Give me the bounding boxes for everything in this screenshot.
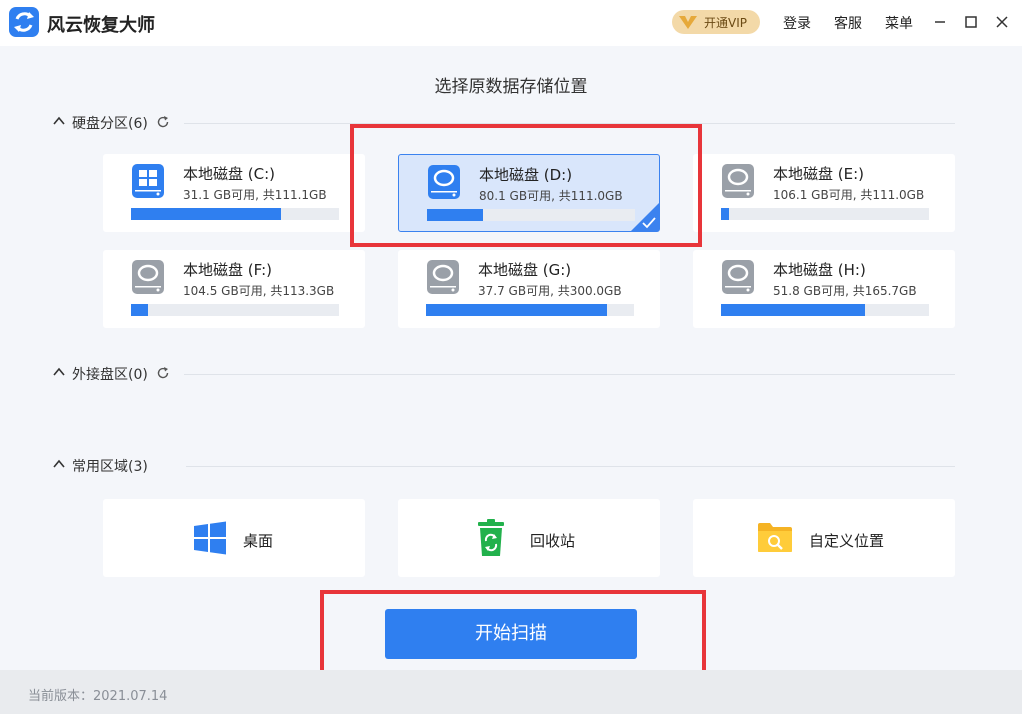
hard-drive-icon bbox=[722, 164, 754, 198]
folder-search-icon bbox=[758, 523, 792, 552]
disk-usage-bar bbox=[426, 304, 634, 316]
disk-usage-fill bbox=[721, 208, 730, 220]
maximize-icon[interactable] bbox=[961, 12, 981, 32]
disk-usage-bar bbox=[131, 304, 339, 316]
refresh-icon[interactable] bbox=[156, 115, 170, 129]
disk-name: 本地磁盘 (E:) bbox=[773, 165, 865, 183]
chevron-up-icon bbox=[53, 367, 65, 376]
disk-name: 本地磁盘 (G:) bbox=[478, 261, 572, 279]
disk-usage-fill bbox=[131, 208, 281, 220]
start-scan-button[interactable]: 开始扫描 bbox=[385, 609, 637, 659]
disk-card-h[interactable]: 本地磁盘 (H:) 51.8 GB可用, 共165.7GB bbox=[693, 250, 955, 328]
area-label: 回收站 bbox=[530, 532, 576, 550]
title-bar: 风云恢复大师 开通VIP 登录 客服 菜单 bbox=[0, 0, 1022, 46]
disk-space: 31.1 GB可用, 共111.1GB bbox=[183, 188, 327, 202]
vip-label: 开通VIP bbox=[704, 16, 747, 30]
footer-bar: 当前版本：2021.07.14 bbox=[0, 670, 1022, 714]
section-common-label: 常用区域(3) bbox=[72, 459, 148, 475]
disk-name: 本地磁盘 (D:) bbox=[479, 166, 573, 184]
disk-name: 本地磁盘 (F:) bbox=[183, 261, 272, 279]
disk-usage-fill bbox=[721, 304, 865, 316]
section-disks-header[interactable]: 硬盘分区(6) bbox=[52, 112, 182, 132]
hard-drive-icon bbox=[427, 260, 459, 294]
chevron-up-icon bbox=[53, 116, 65, 125]
area-label: 自定义位置 bbox=[809, 532, 885, 550]
app-logo-icon bbox=[9, 7, 39, 37]
disk-card-d[interactable]: 本地磁盘 (D:) 80.1 GB可用, 共111.0GB bbox=[398, 154, 660, 232]
login-link[interactable]: 登录 bbox=[783, 13, 811, 33]
section-divider bbox=[186, 466, 955, 467]
disk-space: 106.1 GB可用, 共111.0GB bbox=[773, 188, 925, 202]
disk-name: 本地磁盘 (H:) bbox=[773, 261, 866, 279]
vip-button[interactable]: 开通VIP bbox=[672, 10, 760, 34]
disk-card-f[interactable]: 本地磁盘 (F:) 104.5 GB可用, 共113.3GB bbox=[103, 250, 365, 328]
service-link[interactable]: 客服 bbox=[834, 13, 862, 33]
minimize-icon[interactable] bbox=[930, 12, 950, 32]
disk-usage-fill bbox=[426, 304, 607, 316]
refresh-icon[interactable] bbox=[156, 366, 170, 380]
area-card-recycle-bin[interactable]: 回收站 bbox=[398, 499, 660, 577]
area-label: 桌面 bbox=[243, 532, 274, 550]
app-title: 风云恢复大师 bbox=[47, 15, 155, 36]
section-external-label: 外接盘区(0) bbox=[72, 367, 148, 383]
version-text: 当前版本：2021.07.14 bbox=[28, 689, 168, 704]
page-title: 选择原数据存储位置 bbox=[434, 77, 588, 97]
area-card-desktop[interactable]: 桌面 bbox=[103, 499, 365, 577]
section-disks-label: 硬盘分区(6) bbox=[72, 116, 148, 132]
recycle-bin-icon bbox=[478, 519, 504, 556]
disk-usage-bar bbox=[427, 209, 635, 221]
hard-drive-icon bbox=[428, 165, 460, 199]
area-card-custom-location[interactable]: 自定义位置 bbox=[693, 499, 955, 577]
hard-drive-icon bbox=[722, 260, 754, 294]
disk-name: 本地磁盘 (C:) bbox=[183, 165, 275, 183]
disk-space: 37.7 GB可用, 共300.0GB bbox=[478, 284, 622, 298]
disk-card-c[interactable]: 本地磁盘 (C:) 31.1 GB可用, 共111.1GB bbox=[103, 154, 365, 232]
menu-link[interactable]: 菜单 bbox=[885, 13, 913, 33]
windows-logo-icon bbox=[194, 521, 226, 555]
section-divider bbox=[184, 123, 955, 124]
disk-usage-bar bbox=[721, 304, 929, 316]
selected-check-icon bbox=[631, 203, 659, 231]
vip-crown-icon bbox=[679, 16, 697, 29]
disk-space: 104.5 GB可用, 共113.3GB bbox=[183, 284, 335, 298]
windows-drive-icon bbox=[132, 164, 164, 198]
disk-usage-bar bbox=[131, 208, 339, 220]
section-common-header[interactable]: 常用区域(3) bbox=[52, 455, 172, 475]
close-icon[interactable] bbox=[992, 12, 1012, 32]
section-external-header[interactable]: 外接盘区(0) bbox=[52, 363, 182, 383]
disk-space: 80.1 GB可用, 共111.0GB bbox=[479, 189, 623, 203]
disk-card-e[interactable]: 本地磁盘 (E:) 106.1 GB可用, 共111.0GB bbox=[693, 154, 955, 232]
disk-usage-fill bbox=[427, 209, 484, 221]
chevron-up-icon bbox=[53, 459, 65, 468]
section-divider bbox=[184, 374, 955, 375]
disk-usage-fill bbox=[131, 304, 148, 316]
disk-card-g[interactable]: 本地磁盘 (G:) 37.7 GB可用, 共300.0GB bbox=[398, 250, 660, 328]
disk-space: 51.8 GB可用, 共165.7GB bbox=[773, 284, 917, 298]
disk-usage-bar bbox=[721, 208, 929, 220]
hard-drive-icon bbox=[132, 260, 164, 294]
